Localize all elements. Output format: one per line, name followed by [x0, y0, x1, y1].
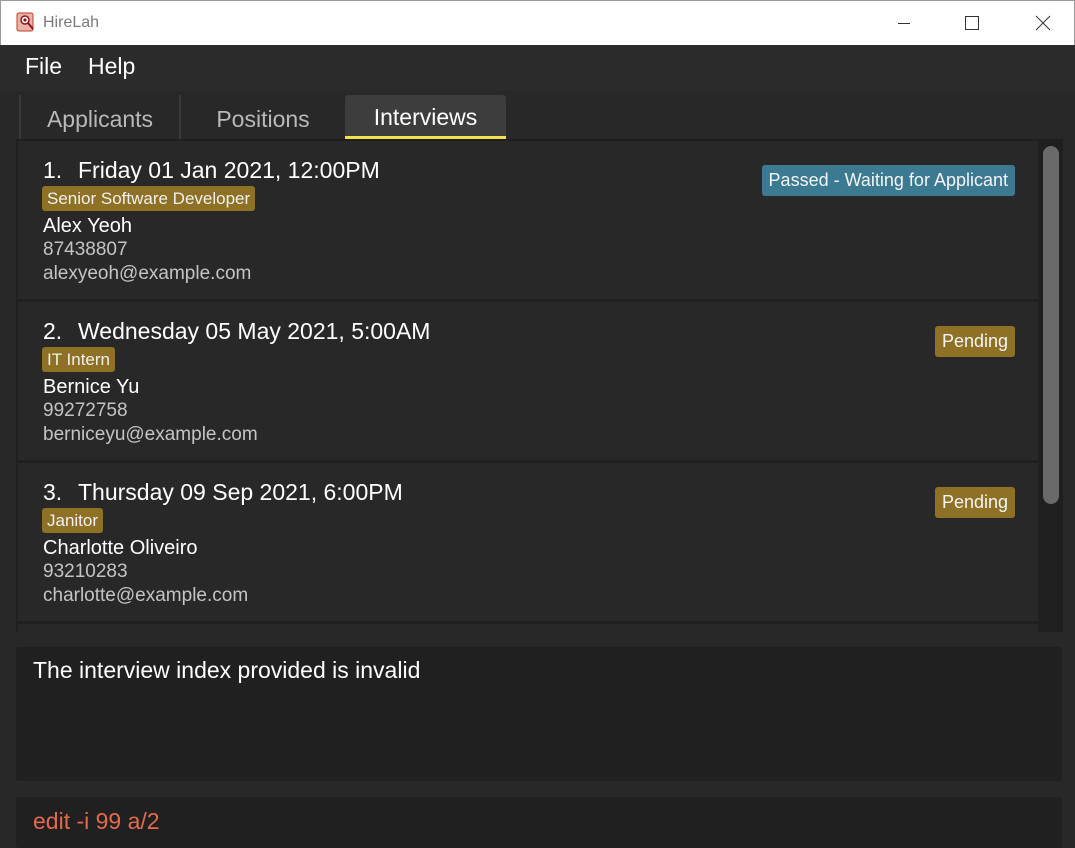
interview-datetime: Friday 01 Jan 2021, 12:00PM	[78, 157, 380, 183]
menu-bar: File Help	[0, 45, 1075, 91]
interview-card-partial[interactable]	[18, 624, 1038, 632]
command-box[interactable]	[16, 797, 1062, 848]
command-input[interactable]	[33, 808, 1033, 835]
interview-datetime: Thursday 09 Sep 2021, 6:00PM	[78, 479, 403, 505]
maximize-button[interactable]	[938, 1, 1008, 46]
minimize-icon	[898, 23, 910, 24]
applicant-email: berniceyu@example.com	[43, 424, 258, 445]
list-scrollbar[interactable]	[1043, 146, 1059, 504]
interview-card[interactable]: 2. Wednesday 05 May 2021, 5:00AM IT Inter…	[18, 302, 1038, 460]
result-message: The interview index provided is invalid	[33, 657, 421, 683]
interview-card[interactable]: 3. Thursday 09 Sep 2021, 6:00PM Janitor C…	[18, 463, 1038, 621]
interview-header: 3. Thursday 09 Sep 2021, 6:00PM	[43, 479, 403, 506]
window-title: HireLah	[43, 14, 100, 31]
tab-interviews[interactable]: Interviews	[345, 95, 506, 139]
interview-list[interactable]: 1. Friday 01 Jan 2021, 12:00PM Senior Sof…	[16, 139, 1063, 632]
position-tag: IT Intern	[42, 347, 115, 372]
tab-positions[interactable]: Positions	[183, 95, 343, 139]
minimize-button[interactable]	[869, 1, 939, 46]
status-badge: Pending	[934, 326, 1015, 357]
interview-index: 3.	[43, 479, 63, 505]
result-display: The interview index provided is invalid	[16, 647, 1062, 781]
interview-header: 1. Friday 01 Jan 2021, 12:00PM	[43, 157, 380, 184]
applicant-name: Alex Yeoh	[43, 215, 132, 237]
title-bar: HireLah	[0, 0, 1075, 45]
position-tag: Senior Software Developer	[42, 186, 256, 211]
app-logo-icon	[16, 12, 34, 32]
maximize-icon	[965, 16, 979, 30]
interview-card[interactable]: 1. Friday 01 Jan 2021, 12:00PM Senior Sof…	[18, 141, 1038, 299]
status-badge: Passed - Waiting for Applicant	[761, 165, 1015, 196]
applicant-phone: 87438807	[43, 239, 128, 260]
tab-applicants[interactable]: Applicants	[19, 95, 181, 139]
close-button[interactable]	[1008, 1, 1075, 46]
close-icon	[1035, 15, 1051, 31]
applicant-email: charlotte@example.com	[43, 585, 249, 606]
interview-index: 1.	[43, 157, 63, 183]
interview-index: 2.	[43, 318, 63, 344]
applicant-name: Bernice Yu	[43, 376, 140, 398]
position-tag: Janitor	[42, 508, 104, 533]
interview-header: 2. Wednesday 05 May 2021, 5:00AM	[43, 318, 430, 345]
interview-datetime: Wednesday 05 May 2021, 5:00AM	[78, 318, 431, 344]
menu-help[interactable]: Help	[88, 53, 135, 80]
applicant-email: alexyeoh@example.com	[43, 263, 252, 284]
applicant-phone: 99272758	[43, 400, 128, 421]
applicant-name: Charlotte Oliveiro	[43, 537, 198, 559]
status-badge: Pending	[934, 487, 1015, 518]
menu-file[interactable]: File	[25, 53, 62, 80]
applicant-phone: 93210283	[43, 561, 128, 582]
